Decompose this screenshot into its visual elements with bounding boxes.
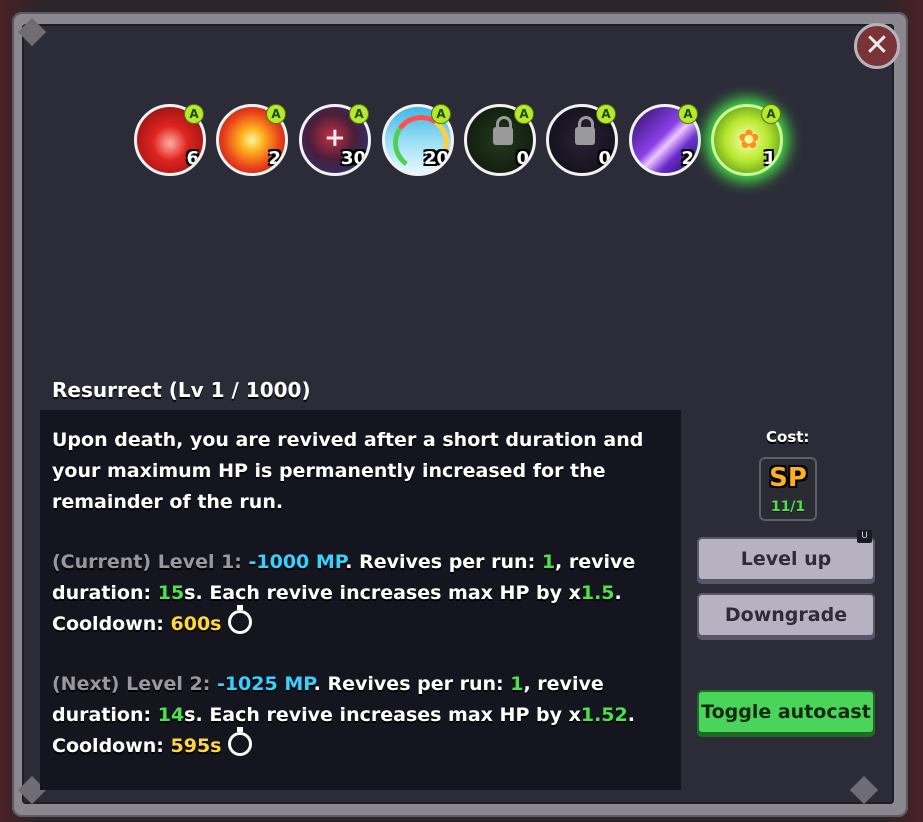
stopwatch-icon — [227, 727, 252, 756]
autocast-badge: A — [596, 104, 616, 124]
autocast-badge: A — [514, 104, 534, 124]
autocast-badge: A — [266, 104, 286, 124]
current-duration: 15 — [157, 582, 185, 604]
cost-label: Cost: — [766, 428, 810, 446]
stopwatch-icon — [227, 605, 252, 634]
skill-count: 6 — [186, 148, 199, 169]
autocast-badge: A — [678, 104, 698, 124]
text: s. Each revive increases max HP by x — [184, 704, 581, 726]
current-mp-cost: -1000 MP — [248, 551, 346, 573]
next-duration: 14 — [157, 704, 185, 726]
skill-title: Resurrect (Lv 1 / 1000) — [52, 378, 311, 402]
text: . — [627, 704, 635, 726]
next-level-info: (Next) Level 2: -1025 MP. Revives per ru… — [52, 669, 662, 762]
skill-count: 0 — [598, 148, 611, 169]
next-revives: 1 — [510, 673, 524, 695]
skill-description: Upon death, you are revived after a shor… — [52, 429, 644, 513]
current-revives: 1 — [541, 551, 556, 573]
next-mp-cost: -1025 MP — [216, 673, 314, 695]
level-up-button[interactable]: Level up — [697, 537, 875, 581]
downgrade-button[interactable]: Downgrade — [697, 593, 875, 637]
skill-count: 1 — [763, 148, 776, 169]
skill-count: 0 — [516, 148, 529, 169]
sp-cost-amount: 11/1 — [770, 499, 806, 515]
flower-glyph: ✿ — [738, 125, 760, 155]
cooldown-label: Cooldown: — [52, 613, 171, 635]
next-multiplier: 1.52 — [580, 704, 628, 726]
skill-count: 2 — [681, 148, 694, 169]
text: . — [614, 582, 622, 604]
current-level-info: (Current) Level 1: -1000 MP. Revives per… — [52, 547, 662, 640]
skill-count: 30 — [340, 148, 366, 169]
lock-icon — [493, 116, 513, 145]
autocast-badge: A — [349, 104, 369, 124]
autocast-badge: A — [431, 104, 451, 124]
level-up-hotkey: U — [857, 530, 872, 543]
sp-cost-icon: SP 11/1 — [759, 457, 817, 521]
text: . Revives per run: — [345, 551, 542, 573]
current-level-label: (Current) Level 1: — [52, 551, 249, 573]
close-button[interactable]: ✕ — [854, 23, 900, 69]
autocast-badge: A — [761, 104, 781, 124]
autocast-badge: A — [184, 104, 204, 124]
text: . Revives per run: — [313, 673, 511, 695]
current-cooldown: 600s — [170, 613, 222, 635]
toggle-autocast-button[interactable]: Toggle autocast — [697, 690, 875, 734]
next-level-label: (Next) Level 2: — [52, 673, 217, 695]
next-cooldown: 595s — [170, 735, 222, 757]
skill-count: 20 — [423, 148, 449, 169]
skill-count: 2 — [268, 148, 281, 169]
text: s. Each revive increases max HP by x — [184, 582, 581, 604]
cooldown-label: Cooldown: — [52, 735, 171, 757]
sp-currency-label: SP — [769, 463, 807, 493]
lock-icon — [575, 116, 595, 145]
current-multiplier: 1.5 — [580, 582, 615, 604]
